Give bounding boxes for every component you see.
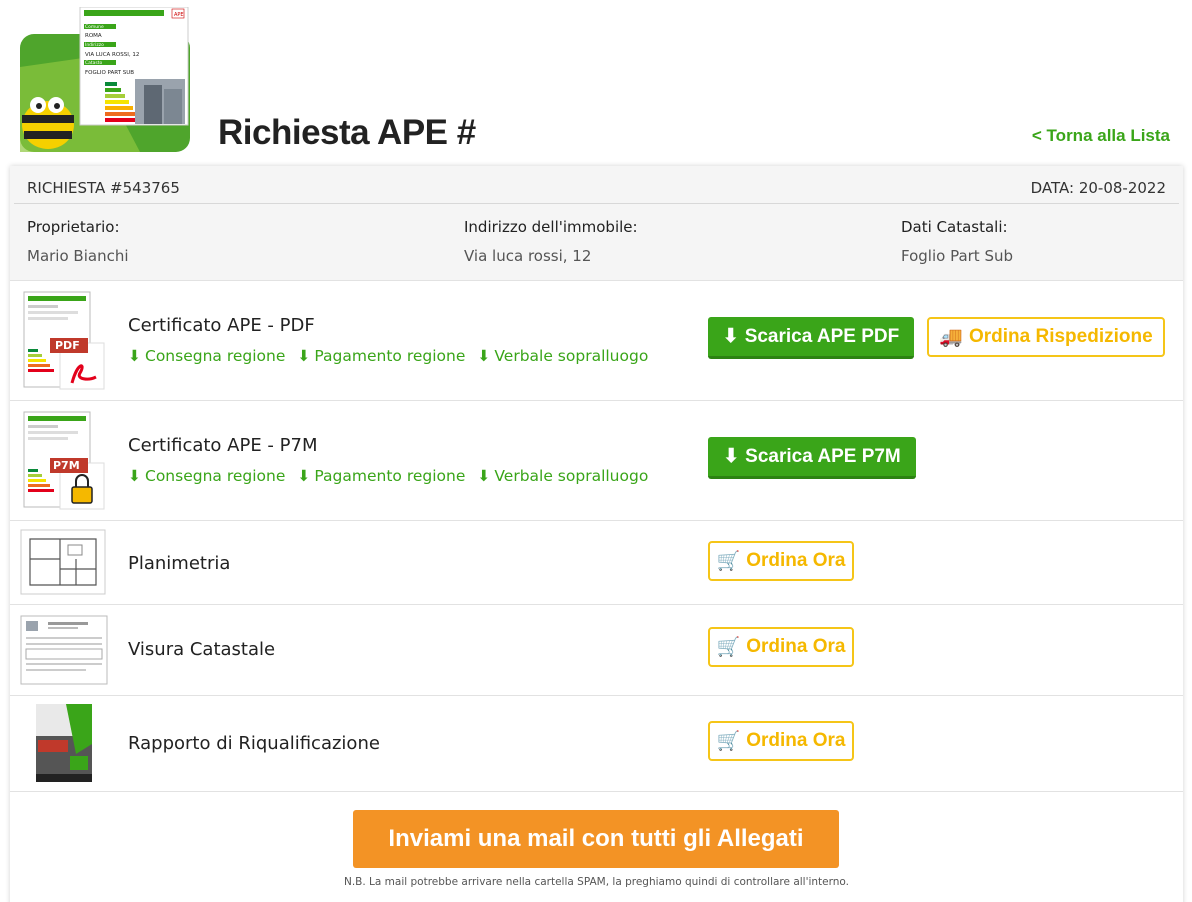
request-summary: RICHIESTA #543765 DATA: 20-08-2022 Propr…	[10, 166, 1183, 281]
download-pagamento-regione-link[interactable]: ⬇ Pagamento regione	[297, 347, 465, 365]
list-item-visura-catastale: Visura Catastale 🛒 Ordina Ora	[10, 605, 1183, 696]
download-icon: ⬇	[297, 347, 311, 365]
cart-icon: 🛒	[716, 731, 741, 752]
page-title: Richiesta APE #	[218, 113, 476, 152]
request-number: RICHIESTA #543765	[27, 179, 180, 197]
request-card: RICHIESTA #543765 DATA: 20-08-2022 Propr…	[10, 166, 1183, 902]
order-reshipment-button[interactable]: 🚚 Ordina Rispedizione	[927, 317, 1165, 357]
ape-pdf-thumbnail: PDF	[20, 291, 106, 395]
attachment-links: ⬇ Consegna regione ⬇ Pagamento regione ⬇ Ve…	[128, 347, 648, 365]
back-to-list-link[interactable]: < Torna alla Lista	[1032, 126, 1170, 146]
button-label: Ordina Ora	[746, 730, 846, 751]
list-item-ape-p7m: P7M Certificato APE - P7M ⬇ Consegna regi…	[10, 401, 1183, 521]
pdf-tag: PDF	[55, 339, 80, 352]
link-label: Consegna regione	[145, 347, 286, 365]
ape-p7m-thumbnail: P7M	[20, 411, 106, 515]
item-title: Visura Catastale	[128, 639, 276, 660]
logo-catasto-label: Catasto	[85, 60, 103, 66]
report-thumbnail	[36, 704, 92, 786]
attachment-links: ⬇ Consegna regione ⬇ Pagamento regione ⬇ Ve…	[128, 467, 648, 485]
ape-logo: Comune ROMA Indirizzo VIA LUCA ROSSI, 12…	[20, 6, 192, 152]
download-icon: ⬇	[723, 446, 740, 467]
cadastral-info: Dati Catastali: Foglio Part Sub	[901, 218, 1013, 265]
logo-indirizzo-label: Indirizzo	[85, 42, 104, 48]
cadastral-label: Dati Catastali:	[901, 218, 1008, 236]
spam-note: N.B. La mail potrebbe arrivare nella car…	[343, 876, 849, 888]
download-consegna-regione-link[interactable]: ⬇ Consegna regione	[128, 467, 285, 485]
download-verbale-sopralluogo-link[interactable]: ⬇ Verbale sopralluogo	[477, 467, 648, 485]
order-now-button[interactable]: 🛒 Ordina Ora	[708, 541, 854, 581]
list-item-ape-pdf: PDF Certificato APE - PDF ⬇ Consegna regi…	[10, 281, 1183, 401]
logo-comune-label: Comune	[85, 24, 104, 30]
cart-icon: 🛒	[716, 637, 741, 658]
cart-icon: 🛒	[716, 551, 741, 572]
download-ape-p7m-button[interactable]: ⬇ Scarica APE P7M	[708, 437, 916, 479]
card-footer: Inviami una mail con tutti gli Allegati …	[10, 792, 1183, 902]
link-label: Pagamento regione	[314, 347, 466, 365]
button-label: Scarica APE PDF	[744, 325, 900, 347]
download-ape-pdf-button[interactable]: ⬇ Scarica APE PDF	[708, 317, 914, 359]
link-label: Verbale sopralluogo	[494, 347, 649, 365]
owner-info: Proprietario: Mario Bianchi	[27, 218, 129, 265]
address-info: Indirizzo dell'immobile: Via luca rossi,…	[464, 218, 638, 265]
divider	[14, 203, 1179, 204]
cadastral-survey-thumbnail	[20, 615, 108, 689]
request-date: DATA: 20-08-2022	[1030, 179, 1166, 197]
link-label: Verbale sopralluogo	[494, 467, 649, 485]
download-consegna-regione-link[interactable]: ⬇ Consegna regione	[128, 347, 285, 365]
truck-icon: 🚚	[939, 327, 963, 348]
link-label: Consegna regione	[145, 467, 286, 485]
download-verbale-sopralluogo-link[interactable]: ⬇ Verbale sopralluogo	[477, 347, 648, 365]
owner-value: Mario Bianchi	[27, 247, 129, 265]
download-pagamento-regione-link[interactable]: ⬇ Pagamento regione	[297, 467, 465, 485]
button-label: Scarica APE P7M	[745, 445, 901, 467]
item-title: Rapporto di Riqualificazione	[128, 733, 380, 754]
download-icon: ⬇	[722, 326, 739, 347]
floor-plan-thumbnail	[20, 529, 106, 599]
order-now-button[interactable]: 🛒 Ordina Ora	[708, 627, 854, 667]
item-title: Planimetria	[128, 553, 231, 574]
cadastral-value: Foglio Part Sub	[901, 247, 1014, 265]
download-icon: ⬇	[128, 467, 141, 485]
link-label: Pagamento regione	[314, 467, 466, 485]
button-label: Ordina Ora	[746, 636, 846, 657]
logo-comune: ROMA	[85, 33, 102, 39]
button-label: Ordina Ora	[746, 550, 846, 571]
list-item-rapporto-riqualificazione: Rapporto di Riqualificazione 🛒 Ordina Ora	[10, 696, 1183, 792]
item-title: Certificato APE - PDF	[128, 315, 315, 336]
p7m-tag: P7M	[53, 459, 80, 472]
email-all-attachments-button[interactable]: Inviami una mail con tutti gli Allegati	[353, 810, 839, 868]
owner-label: Proprietario:	[27, 218, 120, 236]
download-icon: ⬇	[297, 467, 311, 485]
logo-badge: APE	[174, 12, 184, 18]
list-item-planimetria: Planimetria 🛒 Ordina Ora	[10, 521, 1183, 605]
address-value: Via luca rossi, 12	[464, 247, 592, 265]
download-icon: ⬇	[128, 347, 141, 365]
address-label: Indirizzo dell'immobile:	[464, 218, 638, 236]
button-label: Ordina Rispedizione	[968, 326, 1153, 347]
logo-catasto: FOGLIO PART SUB	[85, 70, 134, 76]
download-icon: ⬇	[477, 347, 491, 365]
download-icon: ⬇	[477, 467, 491, 485]
item-title: Certificato APE - P7M	[128, 435, 318, 456]
logo-indirizzo: VIA LUCA ROSSI, 12	[85, 52, 139, 58]
order-now-button[interactable]: 🛒 Ordina Ora	[708, 721, 854, 761]
